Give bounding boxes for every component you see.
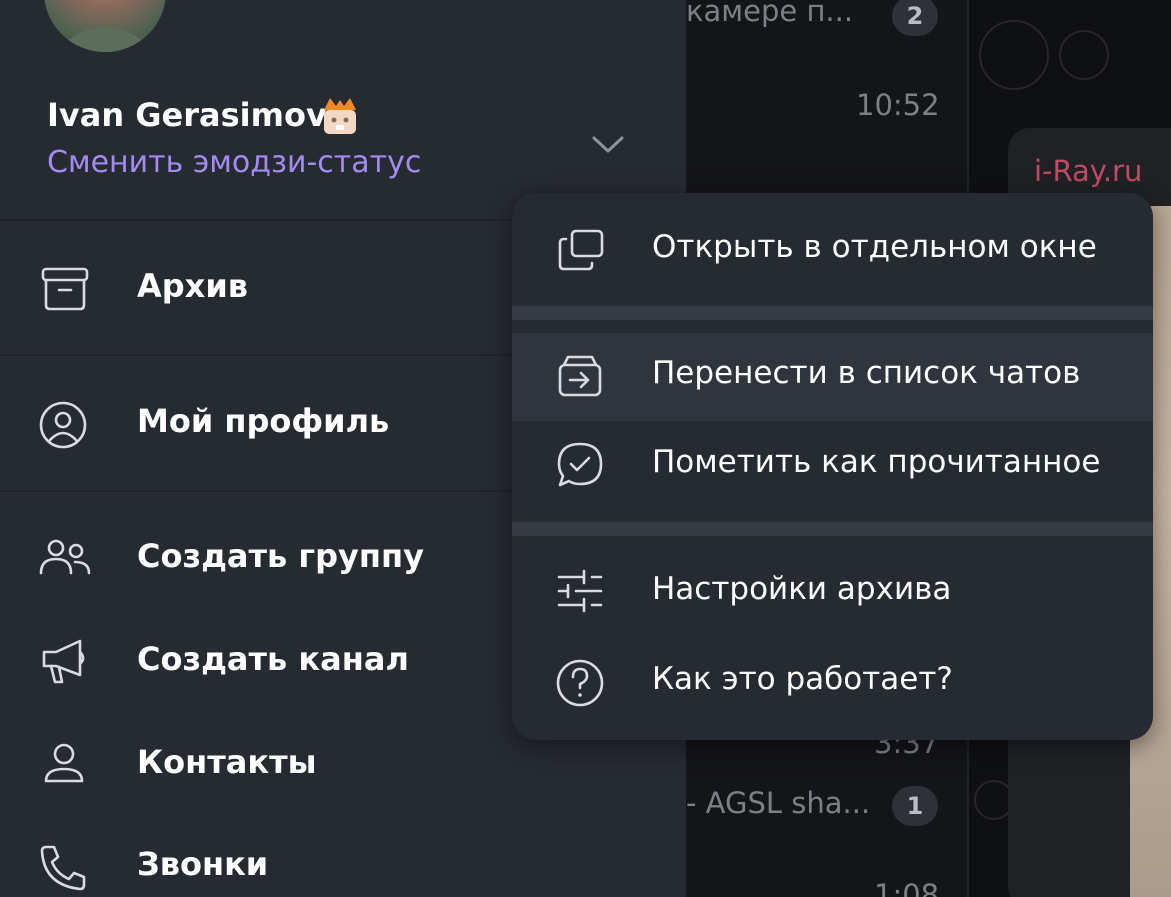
menu-separator [512,306,1153,320]
menu-item-label: Перенести в список чатов [652,355,1081,391]
move-to-chats-icon [554,351,608,403]
wallpaper-doodle [979,20,1049,90]
wallpaper-doodle [1059,30,1109,80]
profile-icon [38,400,92,450]
menu-item-mark-as-read[interactable]: Пометить как прочитанное [512,422,1153,510]
chat-list-row[interactable]: 10:52 [686,88,967,128]
menu-item-label: Открыть в отдельном окне [652,229,1097,265]
sidebar-item-label: Создать канал [137,640,409,678]
menu-item-label: Настройки архива [652,571,952,607]
menu-item-label: Пометить как прочитанное [652,444,1101,480]
menu-separator [512,522,1153,536]
sidebar-item-calls[interactable]: Звонки [0,821,686,897]
avatar[interactable] [44,0,166,52]
archive-context-menu: Открыть в отдельном окне Перенести в спи… [512,193,1153,740]
sidebar-item-label: Контакты [137,743,317,781]
chat-preview: камере п... [686,0,854,28]
new-window-icon [554,225,608,277]
chat-list-row[interactable]: - AGSL sha... 1 [686,784,967,830]
message-sender: i-Ray.ru [1034,154,1143,188]
unread-badge: 1 [892,786,938,826]
contact-icon [38,741,92,791]
help-icon [554,657,608,709]
megaphone-icon [38,638,92,688]
sidebar-item-label: Создать группу [137,537,424,575]
chat-list-row[interactable]: 1:08 [686,878,967,897]
group-icon [38,535,92,585]
chat-time: 1:08 [874,878,940,897]
sidebar-item-label: Звонки [137,845,269,883]
menu-item-open-in-window[interactable]: Открыть в отдельном окне [512,207,1153,295]
unread-badge: 2 [892,0,938,36]
menu-item-label: Как это работает? [652,661,953,697]
chat-preview: - AGSL sha... [686,786,871,820]
sidebar-item-label: Архив [137,267,248,305]
chat-list-row[interactable]: камере п... 2 [686,0,967,40]
menu-item-archive-settings[interactable]: Настройки архива [512,549,1153,637]
menu-item-how-it-works[interactable]: Как это работает? [512,639,1153,727]
sidebar-item-label: Мой профиль [137,402,390,440]
chevron-down-icon[interactable] [588,124,628,164]
user-name: Ivan Gerasimov [47,96,327,134]
status-emoji-icon[interactable] [320,96,360,138]
mark-read-icon [554,440,608,492]
settings-sliders-icon [554,567,608,619]
archive-icon [38,265,92,315]
change-emoji-status-link[interactable]: Сменить эмодзи-статус [47,145,421,180]
phone-icon [38,843,92,893]
chat-time: 10:52 [856,88,940,122]
menu-item-move-to-chat-list[interactable]: Перенести в список чатов [512,333,1153,421]
